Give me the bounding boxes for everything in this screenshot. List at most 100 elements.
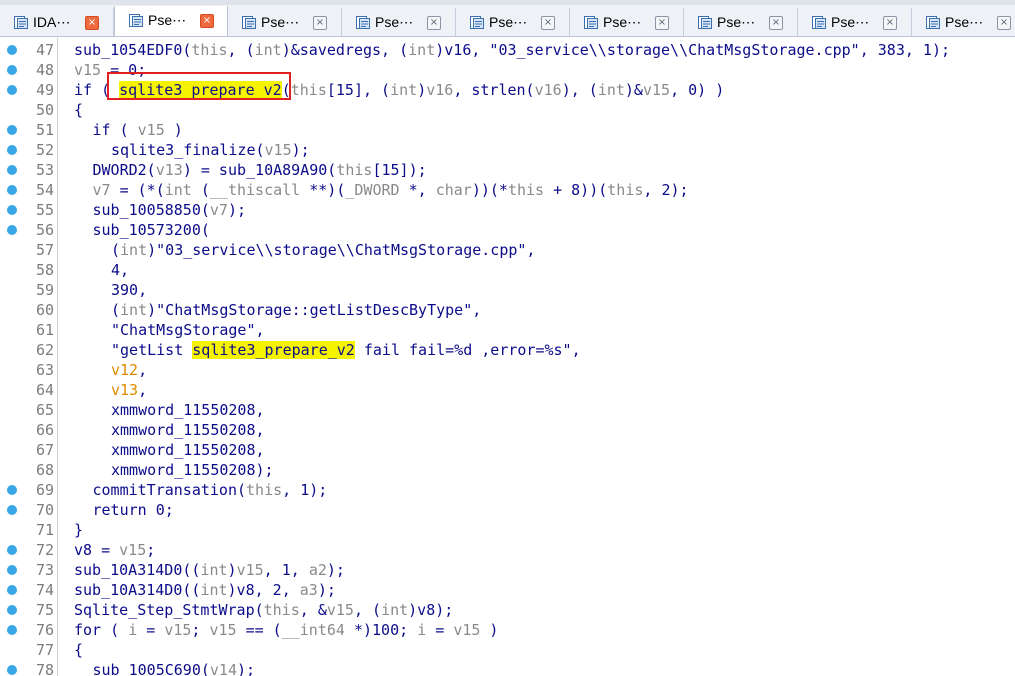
breakpoint-dot-icon[interactable]	[7, 145, 17, 155]
code-token: , &	[299, 601, 327, 619]
code-line[interactable]: 56 sub_10573200(	[0, 220, 1015, 240]
tab-close-icon[interactable]: ×	[883, 16, 897, 30]
breakpoint-dot-icon[interactable]	[7, 125, 17, 135]
breakpoint-dot-icon[interactable]	[7, 505, 17, 515]
code-line[interactable]: 70 return 0;	[0, 500, 1015, 520]
line-number: 67	[35, 441, 54, 459]
code-line[interactable]: 51 if ( v15 )	[0, 120, 1015, 140]
code-line[interactable]: 64 v13,	[0, 380, 1015, 400]
code-line[interactable]: 61 "ChatMsgStorage",	[0, 320, 1015, 340]
code-line[interactable]: 71}	[0, 520, 1015, 540]
line-number: 49	[35, 81, 54, 99]
code-line[interactable]: 63 v12,	[0, 360, 1015, 380]
code-line[interactable]: 57 (int)"03_service\\storage\\ChatMsgStor…	[0, 240, 1015, 260]
code-token: sub_10058850(	[92, 201, 210, 219]
breakpoint-dot-icon[interactable]	[7, 665, 17, 675]
breakpoint-dot-icon[interactable]	[7, 585, 17, 595]
tab-close-icon[interactable]: ×	[769, 16, 783, 30]
tab-close-icon[interactable]: ×	[655, 16, 669, 30]
code-line[interactable]: 54 v7 = (*(int (__thiscall **)(_DWORD *, …	[0, 180, 1015, 200]
code-text: DWORD2(v13) = sub_10A89A90(this[15]);	[93, 161, 427, 179]
code-text: v13,	[111, 381, 147, 399]
code-line[interactable]: 52 sqlite3_finalize(v15);	[0, 140, 1015, 160]
code-token: )v8);	[408, 601, 454, 619]
code-line[interactable]: 68 xmmword_11550208);	[0, 460, 1015, 480]
tab-8[interactable]: Pse⋯ ×	[798, 8, 912, 36]
code-line[interactable]: 59 390,	[0, 280, 1015, 300]
tab-close-icon[interactable]: ×	[541, 16, 555, 30]
pseudocode-view[interactable]: 47 sub_1054EDF0(this, (int)&savedregs, (i…	[0, 38, 1015, 676]
code-line[interactable]: 58 4,	[0, 260, 1015, 280]
breakpoint-dot-icon[interactable]	[7, 225, 17, 235]
tab-label: Pse⋯	[375, 14, 414, 30]
code-token: =	[426, 621, 454, 639]
line-number: 60	[35, 301, 54, 319]
breakpoint-dot-icon[interactable]	[7, 565, 17, 575]
code-token: xmmword_11550208,	[111, 401, 265, 419]
code-line[interactable]: 72 v8 = v15;	[0, 540, 1015, 560]
code-line[interactable]: 74 sub_10A314D0((int)v8, 2, a3);	[0, 580, 1015, 600]
line-number: 62	[35, 341, 54, 359]
tab-close-icon[interactable]: ×	[313, 16, 327, 30]
code-line[interactable]: 73 sub_10A314D0((int)v15, 1, a2);	[0, 560, 1015, 580]
pseudocode-document-icon	[242, 16, 256, 29]
code-token: [15]);	[372, 161, 427, 179]
code-line[interactable]: 67 xmmword_11550208,	[0, 440, 1015, 460]
code-token: i	[417, 621, 427, 639]
code-line[interactable]: 69 commitTransation(this, 1);	[0, 480, 1015, 500]
code-line[interactable]: 53 DWORD2(v13) = sub_10A89A90(this[15]);	[0, 160, 1015, 180]
tab-4[interactable]: Pse⋯ ×	[342, 8, 456, 36]
code-line[interactable]: 50 {	[0, 100, 1015, 120]
tab-close-icon[interactable]: ×	[200, 14, 214, 28]
code-token: );	[227, 201, 247, 219]
code-text: 390,	[111, 281, 147, 299]
code-line[interactable]: 75 Sqlite_Step_StmtWrap(this, &v15, (int)…	[0, 600, 1015, 620]
tab-9[interactable]: Pse⋯ ×	[912, 8, 1015, 36]
breakpoint-dot-icon[interactable]	[7, 165, 17, 175]
code-line[interactable]: 78 sub_1005C690(v14);	[0, 660, 1015, 676]
code-text: {	[74, 641, 83, 659]
tab-2[interactable]: Pse⋯ ×	[114, 6, 228, 36]
code-line[interactable]: 66 xmmword_11550208,	[0, 420, 1015, 440]
line-number: 76	[35, 621, 54, 639]
tab-close-icon[interactable]: ×	[997, 16, 1011, 30]
code-line[interactable]: 65 xmmword_11550208,	[0, 400, 1015, 420]
line-number: 48	[35, 61, 54, 79]
tab-close-icon[interactable]: ×	[85, 16, 99, 30]
code-token: int	[200, 581, 228, 599]
line-number: 47	[35, 41, 54, 59]
code-line[interactable]: 76 for ( i = v15; v15 == (__int64 *)100; …	[0, 620, 1015, 640]
tab-3[interactable]: Pse⋯ ×	[228, 8, 342, 36]
line-number: 52	[35, 141, 54, 159]
tab-close-icon[interactable]: ×	[427, 16, 441, 30]
breakpoint-dot-icon[interactable]	[7, 205, 17, 215]
breakpoint-dot-icon[interactable]	[7, 45, 17, 55]
breakpoint-dot-icon[interactable]	[7, 485, 17, 495]
breakpoint-dot-icon[interactable]	[7, 85, 17, 95]
line-number: 69	[35, 481, 54, 499]
code-line[interactable]: 47 sub_1054EDF0(this, (int)&savedregs, (i…	[0, 40, 1015, 60]
tab-5[interactable]: Pse⋯ ×	[456, 8, 570, 36]
breakpoint-dot-icon[interactable]	[7, 65, 17, 75]
tab-6[interactable]: Pse⋯ ×	[570, 8, 684, 36]
breakpoint-dot-icon[interactable]	[7, 545, 17, 555]
code-text: (int)"ChatMsgStorage::getListDescByType"…	[111, 301, 481, 319]
code-token: xmmword_11550208,	[111, 441, 265, 459]
code-line[interactable]: 62 "getList sqlite3_prepare_v2 fail fail=…	[0, 340, 1015, 360]
tab-7[interactable]: Pse⋯ ×	[684, 8, 798, 36]
tab-label: Pse⋯	[261, 14, 300, 30]
tab-label: Pse⋯	[148, 12, 187, 28]
tab-1[interactable]: IDA⋯ ×	[0, 8, 114, 36]
code-line[interactable]: 77 {	[0, 640, 1015, 660]
code-line[interactable]: 60 (int)"ChatMsgStorage::getListDescByTyp…	[0, 300, 1015, 320]
breakpoint-dot-icon[interactable]	[7, 185, 17, 195]
code-token: *,	[399, 181, 436, 199]
tab-bar-top-strip	[0, 0, 1015, 5]
line-number: 65	[35, 401, 54, 419]
code-token: v15	[209, 621, 237, 639]
code-token: )	[480, 621, 499, 639]
breakpoint-dot-icon[interactable]	[7, 605, 17, 615]
code-token: Sqlite_Step_StmtWrap(	[74, 601, 264, 619]
breakpoint-dot-icon[interactable]	[7, 625, 17, 635]
code-line[interactable]: 55 sub_10058850(v7);	[0, 200, 1015, 220]
